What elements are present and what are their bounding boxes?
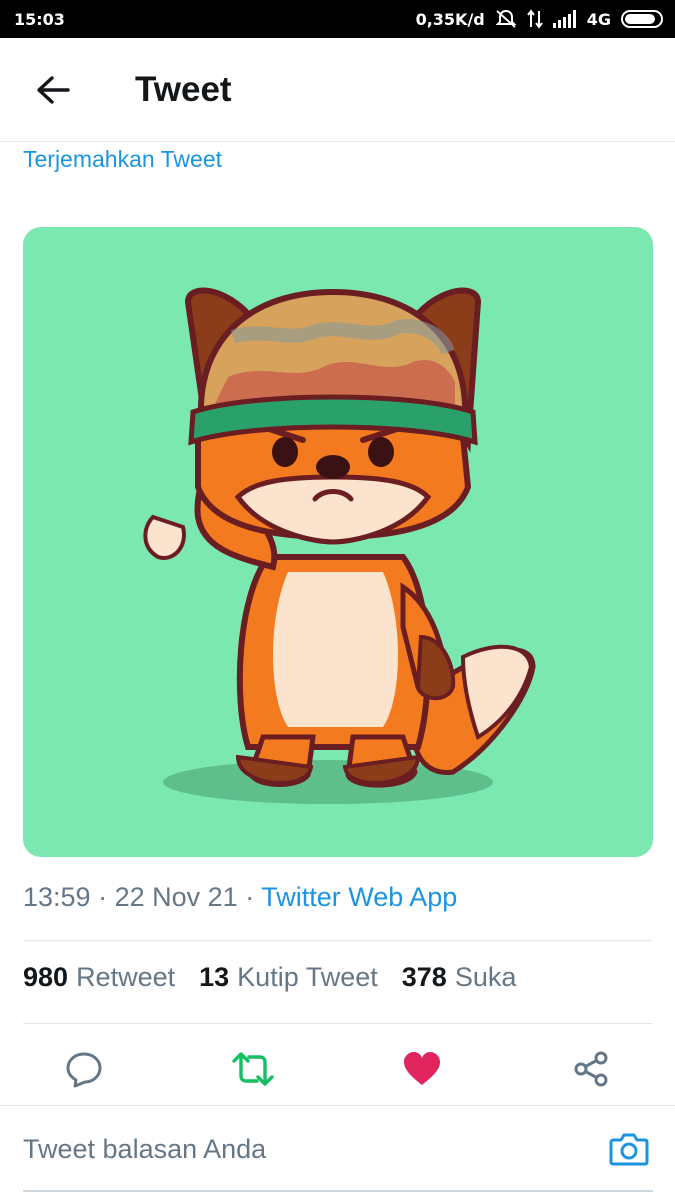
retweet-button[interactable]: [230, 1046, 276, 1092]
tweet-stats: 980 Retweet 13 Kutip Tweet 378 Suka: [23, 962, 516, 993]
reply-underline: [23, 1190, 653, 1192]
tweet-actions: [0, 1034, 675, 1104]
stat-label: Suka: [454, 962, 517, 992]
tweet-date: 22 Nov 21: [114, 882, 238, 912]
like-count[interactable]: 378 Suka: [402, 962, 517, 993]
divider: [23, 940, 653, 941]
quote-count[interactable]: 13 Kutip Tweet: [199, 962, 378, 993]
meta-separator: ·: [245, 882, 255, 912]
app-bar: Tweet: [0, 38, 675, 142]
arrow-left-icon: [37, 75, 70, 104]
tweet-meta: 13:59 · 22 Nov 21 · Twitter Web App: [23, 882, 457, 913]
data-arrows-icon: [526, 9, 543, 29]
share-icon: [574, 1051, 608, 1087]
status-icons: 0,35K/d 4G: [416, 9, 663, 29]
heart-icon: [404, 1052, 440, 1085]
stat-number: 13: [199, 962, 230, 992]
meta-separator: ·: [98, 882, 108, 912]
network-speed: 0,35K/d: [415, 9, 485, 29]
translate-tweet-link[interactable]: Terjemahkan Tweet: [23, 146, 222, 173]
page-title: Tweet: [135, 69, 232, 109]
fox-soldier-illustration: [143, 287, 536, 804]
divider: [23, 1023, 653, 1024]
reply-composer: [0, 1107, 675, 1191]
mute-bell-icon: [495, 9, 517, 29]
status-bar: 15:03 0,35K/d 4G: [0, 0, 675, 38]
tweet-source-link[interactable]: Twitter Web App: [261, 882, 457, 912]
reply-icon: [66, 1052, 102, 1088]
stat-label: Kutip Tweet: [237, 962, 378, 992]
tweet-time: 13:59: [23, 882, 91, 912]
share-button[interactable]: [568, 1046, 614, 1092]
signal-icon: [552, 10, 577, 28]
divider: [0, 1105, 675, 1106]
camera-button[interactable]: [607, 1127, 651, 1171]
stat-number: 980: [23, 962, 69, 992]
battery-icon: [621, 10, 663, 28]
stat-number: 378: [401, 962, 447, 992]
tweet-image[interactable]: [23, 227, 653, 857]
network-type: 4G: [586, 9, 611, 29]
like-button[interactable]: [399, 1046, 445, 1092]
stat-label: Retweet: [76, 962, 176, 992]
camera-icon: [609, 1133, 649, 1166]
retweet-count[interactable]: 980 Retweet: [23, 962, 175, 993]
retweet-icon: [232, 1052, 274, 1086]
reply-button[interactable]: [61, 1046, 107, 1092]
status-time: 15:03: [14, 9, 65, 29]
back-button[interactable]: [25, 62, 81, 118]
reply-input[interactable]: [23, 1133, 563, 1165]
